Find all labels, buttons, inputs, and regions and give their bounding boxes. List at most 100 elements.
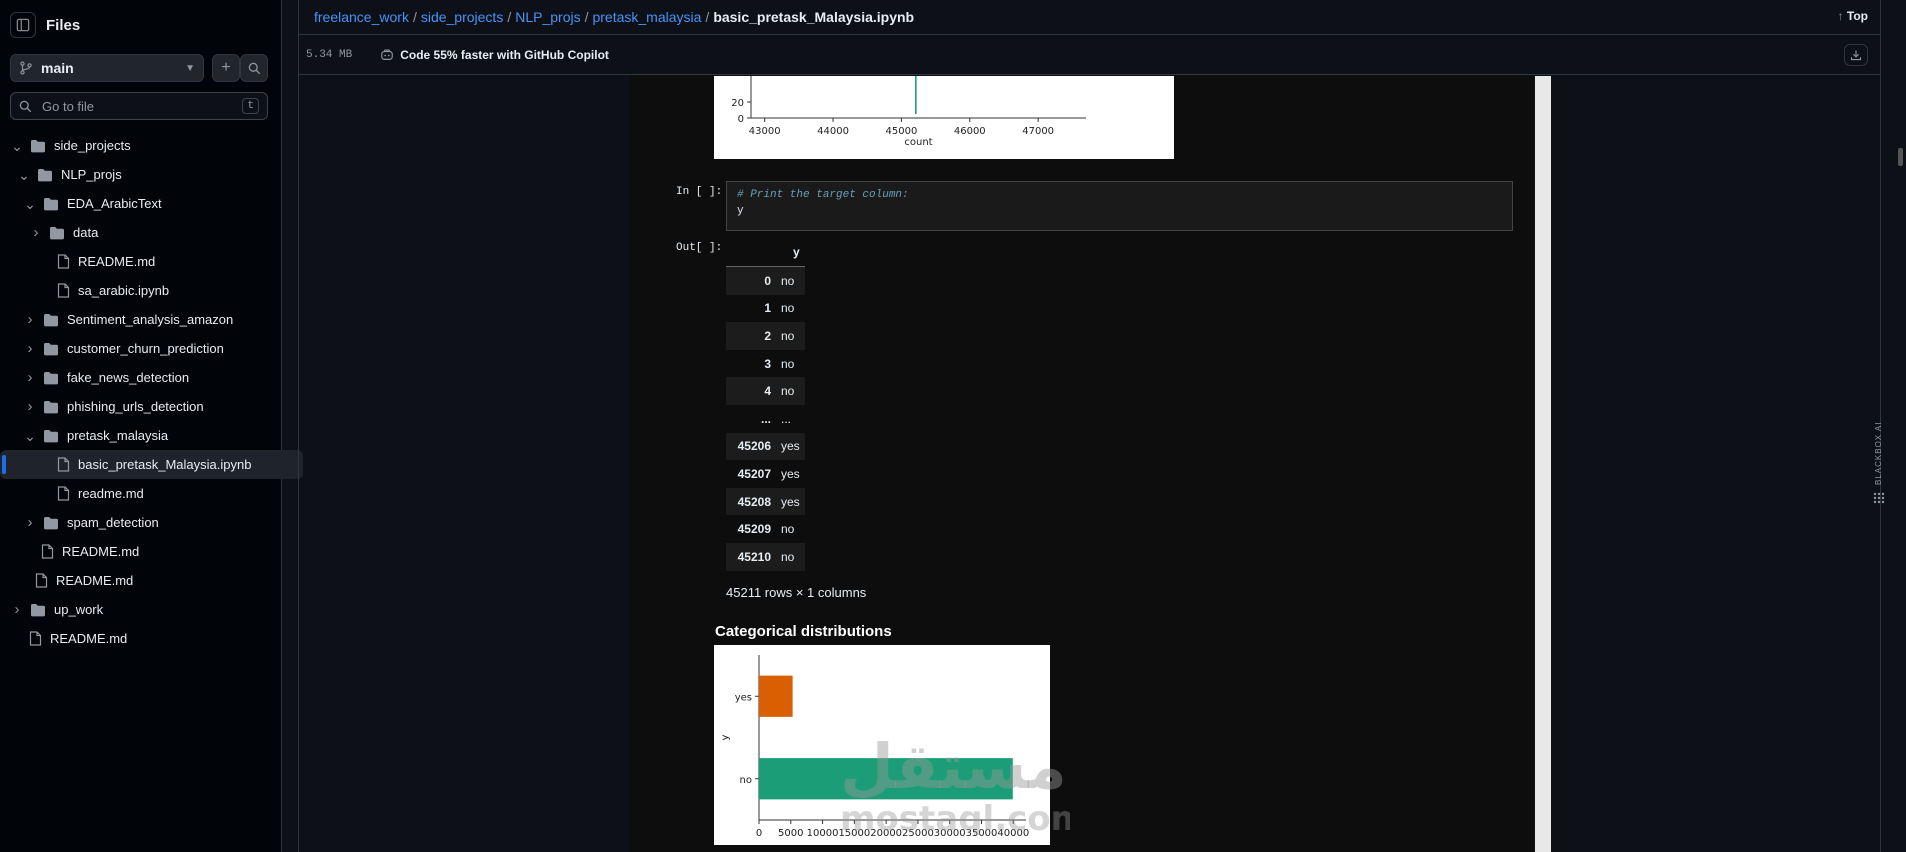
x-tick-label: 46000 bbox=[954, 126, 986, 137]
chevron-right-icon[interactable]: › bbox=[10, 602, 24, 617]
tree-folder-item[interactable]: › up_work bbox=[0, 595, 282, 624]
x-tick-label: 44000 bbox=[817, 126, 849, 137]
chevron-right-icon[interactable]: › bbox=[23, 370, 37, 385]
table-row: 4 no bbox=[726, 377, 805, 405]
chevron-down-icon[interactable]: ⌄ bbox=[23, 429, 37, 443]
chevron-down-icon[interactable]: ⌄ bbox=[10, 139, 24, 153]
table-row: 2 no bbox=[726, 322, 805, 350]
sidebar-toggle-icon bbox=[16, 18, 30, 32]
histogram-svg: 0 20 43000 44000 45000 46000 47000 count bbox=[731, 76, 1086, 148]
tree-folder-item[interactable]: ⌄ pretask_malaysia bbox=[0, 421, 282, 450]
file-size: 5.34 MB bbox=[306, 49, 353, 61]
table-row: 45207 yes bbox=[726, 460, 805, 488]
breadcrumb-separator: / bbox=[507, 9, 512, 25]
categorical-bar-chart: yes no 0 5000 10000 15000 20000 25000 30000 35000… bbox=[714, 645, 1050, 845]
breadcrumb-separator: / bbox=[584, 9, 589, 25]
search-files-button[interactable] bbox=[240, 54, 268, 82]
table-value-cell: no bbox=[781, 301, 795, 316]
table-index-cell: 0 bbox=[764, 273, 771, 288]
table-row: 0 no bbox=[726, 266, 805, 295]
table-row: 45209 no bbox=[726, 515, 805, 543]
tree-folder-item[interactable]: › fake_news_detection bbox=[0, 363, 282, 392]
collapse-sidebar-button[interactable] bbox=[10, 12, 36, 38]
tree-item-label: Sentiment_analysis_amazon bbox=[67, 312, 234, 327]
tree-item-label: readme.md bbox=[78, 486, 144, 501]
folder-open-icon bbox=[43, 429, 59, 443]
folder-icon bbox=[43, 342, 59, 356]
tree-file-item[interactable]: README.md bbox=[0, 624, 282, 653]
tree-item-label: basic_pretask_Malaysia.ipynb bbox=[78, 457, 252, 472]
folder-icon bbox=[30, 603, 46, 617]
table-index-header bbox=[726, 238, 776, 267]
bar-chart-svg: yes no 0 5000 10000 15000 20000 25000 30000 35000… bbox=[720, 655, 1029, 839]
page-scrollbar[interactable] bbox=[1898, 148, 1903, 166]
table-index-cell: 45208 bbox=[737, 494, 771, 509]
tree-item-label: README.md bbox=[78, 254, 156, 269]
tree-folder-item[interactable]: › Sentiment_analysis_amazon bbox=[0, 305, 282, 334]
tree-file-item[interactable]: README.md bbox=[0, 247, 282, 276]
blackbox-ai-tab[interactable]: BLACKBOX AI bbox=[1866, 395, 1892, 525]
plus-icon: + bbox=[221, 59, 231, 76]
breadcrumb-link[interactable]: side_projects bbox=[421, 9, 504, 25]
file-icon bbox=[57, 486, 70, 501]
file-icon bbox=[41, 544, 54, 559]
tree-item-label: phishing_urls_detection bbox=[67, 399, 204, 414]
tree-file-item[interactable]: README.md bbox=[0, 537, 282, 566]
chevron-right-icon[interactable]: › bbox=[29, 225, 43, 240]
file-icon bbox=[57, 283, 70, 298]
breadcrumb-link[interactable]: freelance_work bbox=[314, 9, 409, 25]
tree-item-label: fake_news_detection bbox=[67, 370, 190, 385]
table-value-cell: yes bbox=[781, 466, 800, 481]
file-icon bbox=[35, 573, 48, 588]
tree-folder-item[interactable]: ⌄ side_projects bbox=[0, 131, 282, 160]
chevron-right-icon[interactable]: › bbox=[23, 312, 37, 327]
chevron-right-icon[interactable]: › bbox=[23, 399, 37, 414]
tree-folder-item[interactable]: › data bbox=[0, 218, 282, 247]
folder-icon bbox=[43, 371, 59, 385]
x-tick-label: 43000 bbox=[749, 126, 781, 137]
branch-selector[interactable]: main ▼ bbox=[10, 54, 204, 82]
tree-folder-item[interactable]: › customer_churn_prediction bbox=[0, 334, 282, 363]
output-prompt: Out[ ]: bbox=[676, 242, 723, 254]
back-to-top-button[interactable]: ↑ Top bbox=[1838, 9, 1868, 23]
tree-item-label: pretask_malaysia bbox=[67, 428, 169, 443]
tree-folder-item[interactable]: › phishing_urls_detection bbox=[0, 392, 282, 421]
sidebar-title: Files bbox=[46, 16, 81, 34]
tree-file-item[interactable]: sa_arabic.ipynb bbox=[0, 276, 282, 305]
tree-item-label: data bbox=[73, 225, 99, 240]
table-value-cell: no bbox=[781, 273, 795, 288]
search-icon bbox=[248, 62, 260, 74]
file-sidebar: Files main ▼ + t ⌄ side_projects ⌄ NLP_proj… bbox=[0, 0, 303, 852]
dataframe-table: y 0 no 1 no 2 no 3 no 4 no...... 45206 yes 45207 yes 4… bbox=[726, 238, 805, 571]
bar-yes bbox=[759, 675, 793, 717]
chevron-right-icon[interactable]: › bbox=[23, 515, 37, 530]
tree-item-label: README.md bbox=[62, 544, 140, 559]
table-value-cell: yes bbox=[781, 439, 800, 454]
chevron-down-icon[interactable]: ⌄ bbox=[23, 197, 37, 211]
tree-file-item[interactable]: README.md bbox=[0, 566, 282, 595]
tree-file-item[interactable]: basic_pretask_Malaysia.ipynb bbox=[0, 450, 303, 479]
chevron-down-icon[interactable]: ⌄ bbox=[17, 168, 31, 182]
table-index-cell: 1 bbox=[764, 301, 771, 316]
bar-no bbox=[759, 758, 1013, 800]
notebook-scrollbar[interactable] bbox=[1535, 76, 1551, 852]
category-label: yes bbox=[735, 692, 752, 703]
tree-file-item[interactable]: readme.md bbox=[0, 479, 282, 508]
tree-item-label: spam_detection bbox=[67, 515, 159, 530]
file-icon bbox=[29, 631, 42, 646]
chevron-right-icon[interactable]: › bbox=[23, 341, 37, 356]
code-cell[interactable]: # Print the target column: y bbox=[726, 181, 1513, 231]
download-raw-button[interactable] bbox=[1844, 44, 1868, 66]
tree-folder-item[interactable]: ⌄ EDA_ArabicText bbox=[0, 189, 282, 218]
go-to-file-input[interactable] bbox=[40, 97, 234, 115]
dataframe-shape: 45211 rows × 1 columns bbox=[726, 585, 867, 600]
x-tick-label: 5000 bbox=[778, 828, 803, 839]
go-to-file-field[interactable]: t bbox=[10, 92, 268, 120]
tree-folder-item[interactable]: › spam_detection bbox=[0, 508, 282, 537]
folder-icon bbox=[43, 313, 59, 327]
tree-folder-item[interactable]: ⌄ NLP_projs bbox=[0, 160, 282, 189]
breadcrumb-link[interactable]: NLP_projs bbox=[515, 9, 580, 25]
breadcrumb-link[interactable]: pretask_malaysia bbox=[592, 9, 701, 25]
copilot-promo-link[interactable]: Code 55% faster with GitHub Copilot bbox=[380, 48, 609, 62]
add-file-button[interactable]: + bbox=[212, 54, 240, 82]
